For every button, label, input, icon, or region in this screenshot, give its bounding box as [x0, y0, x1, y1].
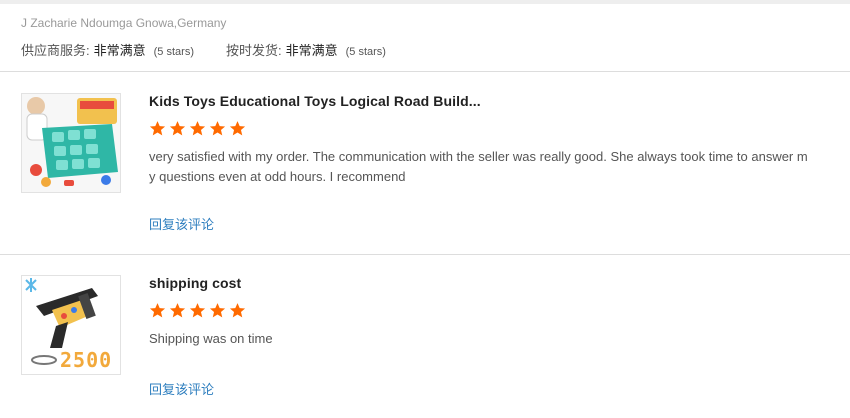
product-title[interactable]: shipping cost	[149, 275, 809, 291]
star-icon	[229, 121, 246, 136]
review-content: shipping cost Shipping was on time	[149, 275, 809, 349]
rating-label: 按时发货:	[225, 43, 282, 58]
rating-stars-text: (5 stars)	[345, 46, 386, 58]
review-item: Kids Toys Educational Toys Logical Road …	[21, 93, 821, 243]
toy-board-game-icon	[22, 94, 120, 192]
star-icon	[209, 303, 226, 318]
review-text: very satisfied with my order. The commun…	[149, 149, 808, 184]
seller-ratings: 供应商服务: 非常满意 (5 stars) 按时发货: 非常满意 (5 star…	[21, 40, 386, 59]
top-bar	[0, 0, 850, 4]
buyer-name: J Zacharie Ndoumga Gnowa,Germany	[21, 16, 227, 30]
review-content: Kids Toys Educational Toys Logical Road …	[149, 93, 809, 187]
supplier-service-rating: 供应商服务: 非常满意 (5 stars)	[21, 40, 194, 59]
product-thumbnail[interactable]	[21, 93, 121, 193]
rating-label: 供应商服务:	[21, 43, 90, 58]
rating-stars-text: (5 stars)	[153, 46, 194, 58]
star-icon	[209, 121, 226, 136]
star-icon	[229, 303, 246, 318]
star-icon	[169, 121, 186, 136]
review-text: Shipping was on time	[149, 331, 273, 346]
reply-review-link[interactable]: 回复该评论	[149, 214, 214, 233]
star-icon	[189, 121, 206, 136]
star-rating	[149, 120, 809, 138]
divider	[0, 254, 850, 255]
product-title[interactable]: Kids Toys Educational Toys Logical Road …	[149, 93, 809, 109]
star-icon	[189, 303, 206, 318]
review-item: 2500 shipping cost Shipping was on time …	[21, 275, 821, 415]
feedback-header: J Zacharie Ndoumga Gnowa,Germany 供应商服务: …	[21, 16, 386, 59]
rating-value: 非常满意	[285, 43, 338, 58]
divider	[0, 71, 850, 72]
reply-review-link[interactable]: 回复该评论	[149, 379, 214, 398]
star-icon	[169, 303, 186, 318]
rating-value: 非常满意	[93, 43, 146, 58]
product-badge: 2500	[60, 348, 113, 372]
on-time-delivery-rating: 按时发货: 非常满意 (5 stars)	[226, 40, 386, 59]
product-thumbnail[interactable]: 2500	[21, 275, 121, 375]
star-icon	[149, 121, 166, 136]
star-rating	[149, 302, 809, 320]
star-icon	[149, 303, 166, 318]
